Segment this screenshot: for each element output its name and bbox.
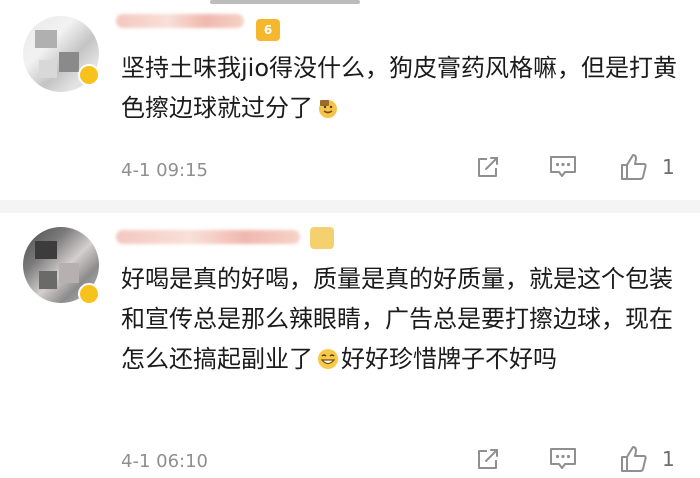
sweat-emoji-icon bbox=[315, 96, 341, 120]
comment-item: 6 坚持土味我jio得没什么，狗皮膏药风格嘛，但是打黄色擦边球就过分了 4-1 … bbox=[0, 0, 700, 200]
username-blurred[interactable] bbox=[116, 230, 300, 244]
like-button[interactable]: 1 bbox=[618, 151, 675, 183]
share-button[interactable] bbox=[474, 153, 502, 181]
comment-button[interactable] bbox=[548, 445, 578, 473]
comment-timestamp: 4-1 09:15 bbox=[121, 160, 208, 181]
share-icon bbox=[478, 449, 498, 469]
comment-item: 好喝是真的好喝，质量是真的好质量，就是这个包装和宣传总是那么辣眼睛，广告总是要打… bbox=[0, 213, 700, 478]
share-icon bbox=[478, 157, 498, 177]
username-blurred[interactable] bbox=[116, 14, 244, 28]
comment-text: 坚持土味我jio得没什么，狗皮膏药风格嘛，但是打黄色擦边球就过分了 bbox=[121, 48, 686, 128]
verified-badge-icon bbox=[78, 64, 100, 86]
comment-text: 好喝是真的好喝，质量是真的好质量，就是这个包装和宣传总是那么辣眼睛，广告总是要打… bbox=[121, 259, 686, 379]
level-icon bbox=[310, 227, 334, 249]
like-count: 1 bbox=[662, 447, 675, 471]
comment-icon bbox=[550, 156, 576, 177]
verified-badge-icon bbox=[78, 283, 100, 305]
like-button[interactable]: 1 bbox=[618, 443, 675, 475]
like-count: 1 bbox=[662, 155, 675, 179]
comment-timestamp: 4-1 06:10 bbox=[121, 451, 208, 472]
comment-separator bbox=[0, 200, 700, 213]
comment-text-body: 坚持土味我jio得没什么，狗皮膏药风格嘛，但是打黄色擦边球就过分了 bbox=[121, 54, 678, 122]
share-button[interactable] bbox=[474, 445, 502, 473]
thumbs-up-icon bbox=[621, 446, 647, 472]
grin-emoji-icon bbox=[315, 347, 341, 371]
crown-vip-icon: 6 bbox=[256, 19, 280, 41]
thumbs-up-icon bbox=[621, 154, 647, 180]
comment-button[interactable] bbox=[548, 153, 578, 181]
comment-text-tail: 好好珍惜牌子不好吗 bbox=[341, 345, 557, 373]
comment-icon bbox=[550, 448, 576, 469]
